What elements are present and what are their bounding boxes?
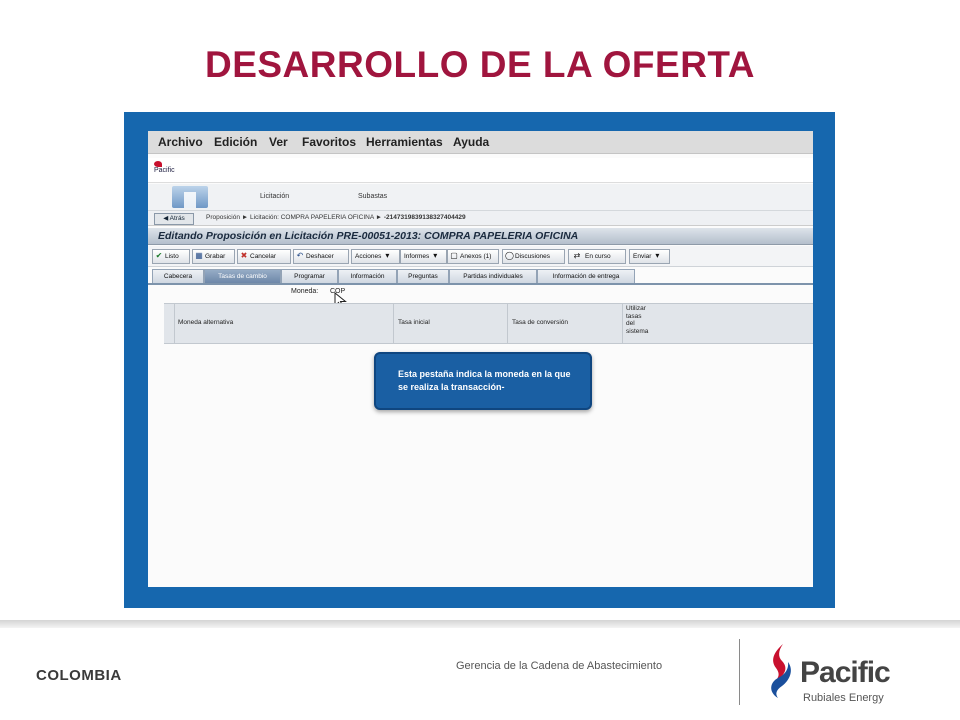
menu-edicion[interactable]: Edición [214,135,257,149]
menu-archivo[interactable]: Archivo [158,135,203,149]
discusiones-label: Discusiones [515,253,551,260]
discusiones-button[interactable]: ◯Discusiones [502,249,565,264]
app-logo: Pacific [154,161,194,179]
tab-preguntas[interactable]: Preguntas [397,269,449,283]
cancelar-button[interactable]: ✖ Cancelar [237,249,291,264]
department-label: Gerencia de la Cadena de Abastecimiento [456,660,663,672]
anexos-button[interactable]: ▢ Anexos (1) [447,249,499,264]
breadcrumb-proposicion[interactable]: Proposición [206,214,240,221]
tab-partidas-individuales[interactable]: Partidas individuales [449,269,537,283]
page-title: Editando Proposición en Licitación PRE-0… [158,230,579,242]
browser-screen: Archivo Edición Ver Favoritos Herramient… [148,131,813,587]
progress-icon: ⇄ [573,251,581,261]
informes-button[interactable]: Informes ▾ [400,249,447,264]
tab-tasas-de-cambio[interactable]: Tasas de cambio [204,269,281,283]
breadcrumb-separator-icon: ► [375,214,384,221]
grabar-button[interactable]: ▦ Grabar [192,249,235,264]
nav-area: Licitación Subastas [148,184,813,211]
acciones-label: Acciones [355,253,382,260]
menu-herramientas[interactable]: Herramientas [366,135,443,149]
tab-strip: Cabecera Tasas de cambio Programar Infor… [148,268,813,285]
cancelar-label: Cancelar [250,253,277,260]
menu-ver[interactable]: Ver [269,135,288,149]
menu-ayuda[interactable]: Ayuda [453,135,489,149]
anexos-label: Anexos (1) [460,253,492,260]
footer-divider [0,620,960,628]
col-utilizar-line: del [626,320,635,327]
cancel-icon: ✖ [240,251,248,261]
tab-cabecera[interactable]: Cabecera [152,269,204,283]
nav-subastas[interactable]: Subastas [358,193,387,200]
country-label: COLOMBIA [36,667,122,684]
brand-logo: Pacific Rubiales Energy [766,640,926,708]
pacific-flame-icon [771,644,791,698]
col-utilizar-tasas: Utilizar tasas del sistema [626,305,648,335]
enviar-button[interactable]: Enviar ▾ [629,249,670,264]
moneda-label: Moneda: [291,288,319,295]
breadcrumb-licitacion[interactable]: Licitación: COMPRA PAPELERIA OFICINA [250,214,374,221]
app-header: Pacific [148,158,813,183]
nav-licitacion[interactable]: Licitación [260,193,289,200]
informes-label: Informes [404,253,430,260]
info-callout: Esta pestaña indica la moneda en la que … [374,352,592,410]
dropdown-icon: ▾ [433,251,438,261]
menu-favoritos[interactable]: Favoritos [302,135,356,149]
check-icon: ✔ [155,251,163,261]
en-curso-button[interactable]: ⇄ En curso [568,249,626,264]
deshacer-button[interactable]: ↶ Deshacer [293,249,349,264]
dropdown-icon: ▾ [655,251,660,261]
grabar-label: Grabar [205,253,226,260]
col-utilizar-line: sistema [626,327,649,335]
listo-button[interactable]: ✔ Listo [152,249,190,264]
enviar-label: Enviar [633,253,652,260]
save-icon: ▦ [195,251,203,261]
breadcrumb-id: -2147319839138327404429 [383,214,466,221]
slide-title: DESARROLLO DE LA OFERTA [204,44,756,85]
brand-name: Pacific [800,656,891,689]
col-tasa-inicial: Tasa inicial [398,319,430,326]
menu-bar: Archivo Edición Ver Favoritos Herramient… [148,131,813,154]
tab-programar[interactable]: Programar [281,269,338,283]
rates-table-header: Moneda alternativa Tasa inicial Tasa de … [164,303,813,344]
app-logo-text: Pacific [154,167,175,174]
footer-vertical-divider [739,639,740,705]
back-button[interactable]: ◀ Atrás [154,213,194,225]
tab-informacion-de-entrega[interactable]: Información de entrega [537,269,635,283]
back-arrow-icon: ◀ [163,215,169,222]
dropdown-icon: ▾ [385,251,390,261]
col-tasa-conversion: Tasa de conversión [512,319,569,326]
info-callout-text: Esta pestaña indica la moneda en la que … [398,369,571,392]
en-curso-label: En curso [585,253,611,260]
breadcrumb-separator-icon: ► [241,214,251,221]
attachment-icon: ▢ [450,251,458,261]
back-button-label: Atrás [169,215,185,222]
building-icon [172,186,208,208]
breadcrumb-bar: ◀ Atrás Proposición ► Licitación: COMPRA… [148,211,813,226]
listo-label: Listo [165,253,179,260]
brand-tagline: Rubiales Energy [803,692,884,704]
col-utilizar-line: tasas [626,312,642,320]
toolbar: ✔ Listo ▦ Grabar ✖ Cancelar ↶ Deshacer Accio… [148,246,813,267]
moneda-row: Moneda: COP [148,288,813,300]
page-title-bar: Editando Proposición en Licitación PRE-0… [148,228,813,245]
screenshot-frame: Archivo Edición Ver Favoritos Herramient… [124,112,835,608]
col-moneda-alternativa: Moneda alternativa [178,319,234,326]
acciones-button[interactable]: Acciones ▾ [351,249,400,264]
discussion-icon: ◯ [505,251,514,261]
deshacer-label: Deshacer [306,253,334,260]
tab-informacion[interactable]: Información [338,269,397,283]
col-utilizar-line: Utilizar [626,305,646,312]
undo-icon: ↶ [296,251,304,261]
breadcrumb: Proposición ► Licitación: COMPRA PAPELER… [206,214,466,221]
